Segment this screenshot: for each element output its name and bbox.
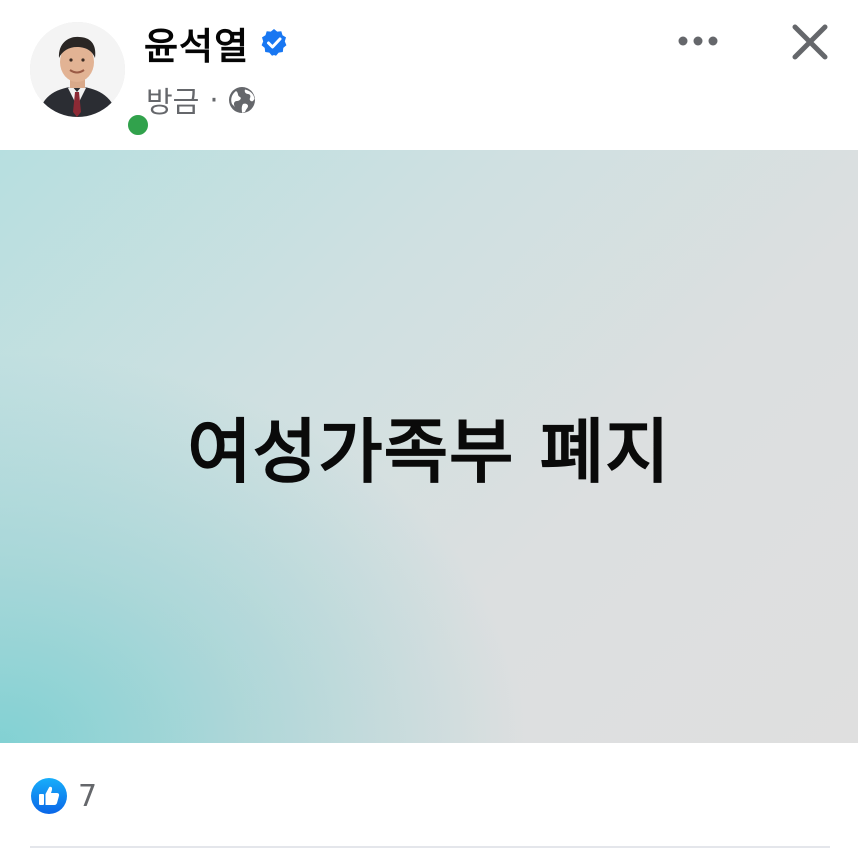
avatar[interactable] — [30, 22, 125, 117]
post-viewer: 윤석열 방금 · 여성가족부 폐지 7 — [0, 0, 858, 856]
close-button[interactable] — [786, 18, 834, 66]
author-avatar-container[interactable] — [30, 22, 152, 139]
divider — [30, 846, 830, 848]
post-meta-row: 방금 · — [146, 80, 257, 120]
post-header: 윤석열 방금 · — [0, 0, 858, 150]
post-timestamp[interactable]: 방금 — [146, 79, 199, 121]
meta-separator: · — [209, 83, 219, 117]
close-icon — [792, 24, 828, 60]
like-icon — [30, 777, 68, 815]
author-name[interactable]: 윤석열 — [144, 16, 249, 70]
post-image-text: 여성가족부 폐지 — [187, 411, 671, 493]
post-image[interactable]: 여성가족부 폐지 — [0, 150, 858, 743]
more-options-button[interactable] — [672, 22, 724, 60]
like-count: 7 — [78, 778, 98, 814]
more-horizontal-icon — [678, 36, 718, 46]
avatar-photo — [30, 22, 125, 117]
verified-badge-icon — [259, 28, 289, 58]
globe-icon[interactable] — [227, 85, 257, 115]
reaction-summary[interactable]: 7 — [30, 775, 97, 817]
author-name-row: 윤석열 — [144, 18, 289, 68]
